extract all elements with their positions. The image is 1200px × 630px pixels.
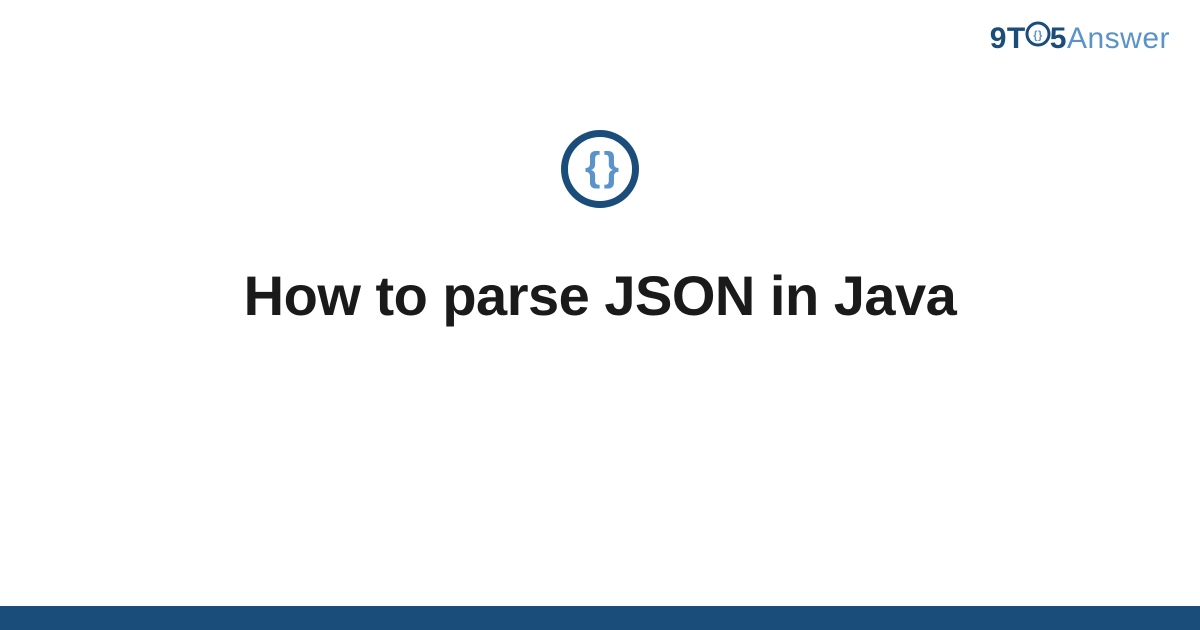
braces-icon: { }: [585, 147, 615, 187]
category-icon-circle: { }: [561, 130, 639, 208]
logo-o-icon: {}: [1025, 21, 1051, 55]
site-logo: 9T {} 5Answer: [990, 22, 1170, 57]
svg-text:{}: {}: [1033, 30, 1043, 42]
footer-bar: [0, 606, 1200, 630]
main-content: { } How to parse JSON in Java: [0, 130, 1200, 328]
logo-answer: Answer: [1067, 22, 1170, 55]
page-title: How to parse JSON in Java: [244, 263, 957, 328]
logo-five: 5: [1050, 22, 1067, 55]
logo-nine-t: 9T: [990, 22, 1026, 55]
